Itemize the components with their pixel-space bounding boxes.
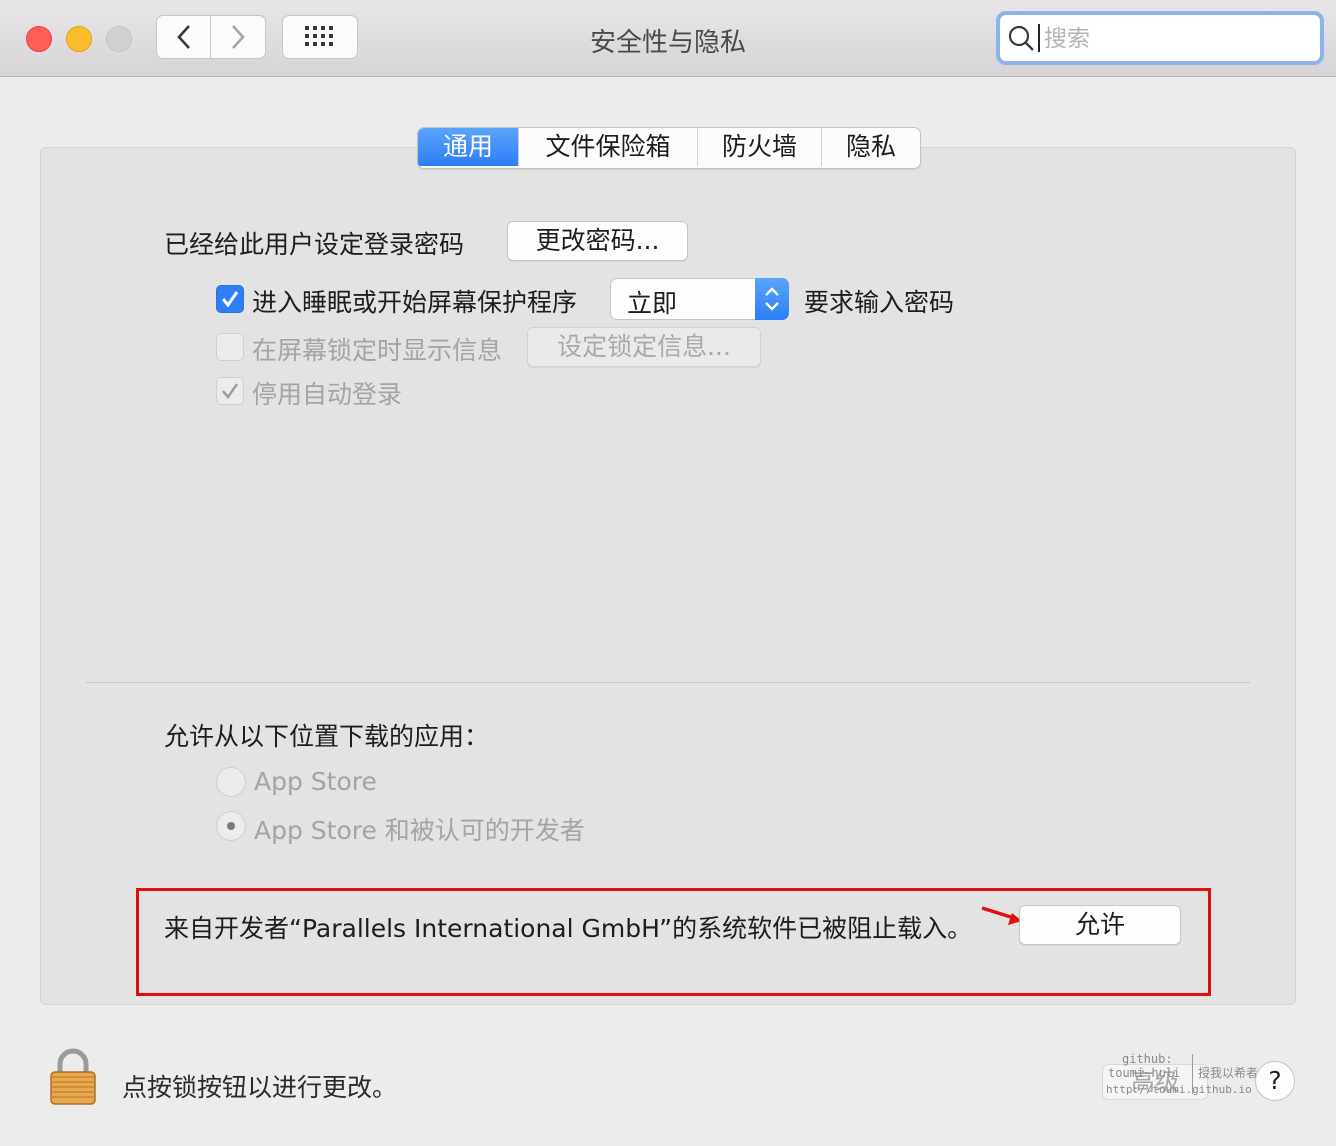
tab-general[interactable]: 通用 [418, 128, 518, 166]
content-panel [40, 147, 1296, 1005]
checkmark-icon [222, 383, 238, 399]
radio-app-store-label: App Store [254, 767, 377, 796]
search-input[interactable] [1042, 19, 1316, 59]
watermark-line2: toumi~huli [1108, 1066, 1181, 1080]
watermark-divider [1192, 1054, 1193, 1094]
show-message-checkbox[interactable] [216, 333, 244, 361]
allow-button[interactable]: 允许 [1019, 905, 1181, 945]
tab-privacy[interactable]: 隐私 [821, 128, 920, 166]
radio-selected-dot [227, 822, 235, 830]
checkmark-icon [221, 291, 239, 308]
tab-filevault[interactable]: 文件保险箱 [518, 128, 697, 166]
title-bar: 安全性与隐私 [0, 0, 1336, 77]
select-value: 立即 [627, 289, 678, 318]
text-caret [1038, 24, 1040, 52]
watermark-handwriting: 授我以希者 [1198, 1066, 1259, 1080]
tab-bar: 通用 文件保险箱 防火墙 隐私 [417, 127, 921, 169]
set-lock-message-button[interactable]: 设定锁定信息... [527, 327, 761, 367]
tab-firewall[interactable]: 防火墙 [697, 128, 821, 166]
lock-button[interactable] [48, 1046, 98, 1108]
downloads-heading: 允许从以下位置下载的应用： [164, 722, 490, 751]
radio-app-store-identified[interactable] [216, 811, 246, 841]
up-down-chevron-icon [765, 287, 779, 311]
require-password-delay-select[interactable]: 立即 [610, 278, 789, 320]
password-set-label: 已经给此用户设定登录密码 [164, 230, 465, 259]
watermark-line3: http://toumi.github.io [1106, 1083, 1252, 1096]
search-icon [1008, 25, 1034, 51]
change-password-button[interactable]: 更改密码... [507, 221, 688, 261]
radio-app-store[interactable] [216, 767, 246, 797]
section-divider [86, 682, 1250, 683]
watermark-line1: github: [1122, 1052, 1173, 1066]
show-message-label: 在屏幕锁定时显示信息 [252, 336, 503, 365]
require-password-checkbox[interactable] [216, 285, 244, 313]
radio-app-store-identified-label: App Store 和被认可的开发者 [254, 816, 585, 845]
stepper-arrows [755, 278, 789, 320]
require-password-suffix: 要求输入密码 [804, 288, 955, 317]
disable-autologin-label: 停用自动登录 [252, 380, 403, 409]
disable-autologin-checkbox[interactable] [216, 377, 244, 405]
search-field[interactable] [996, 11, 1324, 65]
lock-icon [50, 1048, 96, 1105]
help-button[interactable]: ? [1255, 1061, 1295, 1101]
lock-hint: 点按锁按钮以进行更改。 [122, 1073, 398, 1102]
blocked-message: 来自开发者“Parallels International GmbH”的系统软件… [164, 914, 973, 943]
require-password-label: 进入睡眠或开始屏幕保护程序 [252, 288, 578, 317]
